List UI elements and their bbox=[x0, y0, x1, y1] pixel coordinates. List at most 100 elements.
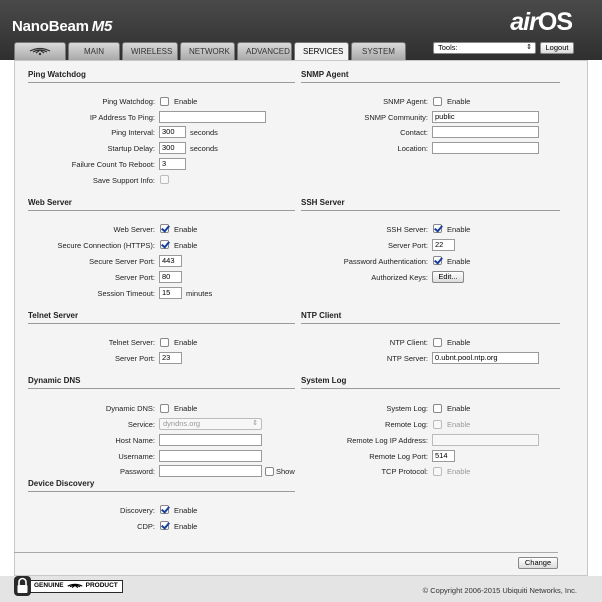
product-model: M5 bbox=[91, 18, 113, 35]
web-server-enable: Enable bbox=[174, 225, 198, 234]
logout-button[interactable]: Logout bbox=[540, 42, 574, 54]
startup-delay-input[interactable]: 300 bbox=[159, 142, 186, 154]
telnet-port-input[interactable]: 23 bbox=[159, 352, 182, 364]
secure-port-label: Secure Server Port: bbox=[89, 257, 155, 266]
failure-count-input[interactable]: 3 bbox=[159, 158, 186, 170]
genuine-text: GENUINE bbox=[34, 582, 64, 589]
ping-interval-input[interactable]: 300 bbox=[159, 126, 186, 138]
discovery-checkbox[interactable] bbox=[160, 505, 169, 514]
ping-ip-label: IP Address To Ping: bbox=[89, 113, 155, 122]
genuine-product-label: GENUINE PRODUCT bbox=[29, 579, 123, 593]
tab-system[interactable]: SYSTEM bbox=[351, 42, 406, 60]
startup-delay-unit: seconds bbox=[190, 144, 218, 153]
secure-port-input[interactable]: 443 bbox=[159, 255, 182, 267]
ddns-service-select[interactable]: dyndns.org ⇕ bbox=[159, 418, 262, 430]
ping-interval-unit: seconds bbox=[190, 128, 218, 137]
telnet-server-checkbox[interactable] bbox=[160, 338, 169, 347]
show-password-label: Show bbox=[276, 467, 295, 476]
session-timeout-unit: minutes bbox=[186, 289, 213, 298]
ntp-client-enable: Enable bbox=[447, 338, 471, 347]
ddns-username-label: Username: bbox=[118, 452, 155, 461]
ddns-host-label: Host Name: bbox=[115, 436, 155, 445]
ddns-username-input[interactable] bbox=[159, 450, 262, 462]
ddns-host-input[interactable] bbox=[159, 434, 262, 446]
tcp-protocol-label: TCP Protocol: bbox=[381, 467, 428, 476]
cdp-checkbox[interactable] bbox=[160, 521, 169, 530]
tab-ubnt-logo[interactable] bbox=[14, 42, 66, 60]
snmp-location-input[interactable] bbox=[432, 142, 539, 154]
airos-logo: airOS bbox=[510, 8, 573, 37]
dynamic-dns-enable: Enable bbox=[174, 404, 198, 413]
tcp-protocol-enable: Enable bbox=[447, 467, 471, 476]
lock-icon bbox=[14, 576, 31, 596]
save-support-checkbox[interactable] bbox=[160, 175, 169, 184]
https-checkbox[interactable] bbox=[160, 240, 169, 249]
https-enable: Enable bbox=[174, 241, 198, 250]
dynamic-dns-label: Dynamic DNS: bbox=[105, 404, 155, 413]
dynamic-dns-checkbox[interactable] bbox=[160, 404, 169, 413]
cdp-label: CDP: bbox=[137, 522, 155, 531]
ping-watchdog-checkbox[interactable] bbox=[160, 97, 169, 106]
cdp-enable: Enable bbox=[174, 522, 198, 531]
telnet-server-label: Telnet Server: bbox=[108, 338, 155, 347]
show-password-checkbox[interactable] bbox=[265, 467, 274, 476]
tcp-protocol-checkbox[interactable] bbox=[433, 467, 442, 476]
password-auth-label: Password Authentication: bbox=[343, 257, 428, 266]
snmp-community-input[interactable]: public bbox=[432, 111, 539, 123]
section-ntp-client: NTP Client bbox=[301, 311, 560, 324]
ping-watchdog-enable: Enable bbox=[174, 97, 198, 106]
tab-network[interactable]: NETWORK bbox=[180, 42, 235, 60]
ping-ip-input[interactable] bbox=[159, 111, 266, 123]
logo-air: air bbox=[510, 8, 539, 36]
snmp-community-label: SNMP Community: bbox=[364, 113, 428, 122]
tools-select[interactable]: Tools: ⇕ bbox=[433, 42, 536, 54]
snmp-contact-input[interactable] bbox=[432, 126, 539, 138]
remote-log-ip-input[interactable] bbox=[432, 434, 539, 446]
section-ping-watchdog: Ping Watchdog bbox=[28, 70, 295, 83]
genuine-product-badge: GENUINE PRODUCT bbox=[14, 576, 123, 596]
ssh-port-label: Server Port: bbox=[387, 241, 428, 250]
section-ssh-server: SSH Server bbox=[301, 198, 560, 211]
product-name: NanoBeam M5 bbox=[12, 18, 112, 35]
tab-advanced[interactable]: ADVANCED bbox=[237, 42, 292, 60]
remote-log-port-label: Remote Log Port: bbox=[369, 452, 428, 461]
section-dynamic-dns: Dynamic DNS bbox=[28, 376, 295, 389]
change-button[interactable]: Change bbox=[518, 557, 558, 569]
remote-log-enable: Enable bbox=[447, 420, 471, 429]
form-divider bbox=[14, 552, 558, 553]
password-auth-enable: Enable bbox=[447, 257, 471, 266]
section-telnet-server: Telnet Server bbox=[28, 311, 295, 324]
copyright-text: © Copyright 2006-2015 Ubiquiti Networks,… bbox=[422, 586, 577, 595]
ping-interval-label: Ping Interval: bbox=[111, 128, 155, 137]
footer: GENUINE PRODUCT © Copyright 2006-2015 Ub… bbox=[0, 576, 602, 602]
ssh-port-input[interactable]: 22 bbox=[432, 239, 455, 251]
snmp-agent-checkbox[interactable] bbox=[433, 97, 442, 106]
session-timeout-input[interactable]: 15 bbox=[159, 287, 182, 299]
telnet-server-enable: Enable bbox=[174, 338, 198, 347]
tab-main[interactable]: MAIN bbox=[68, 42, 120, 60]
startup-delay-label: Startup Delay: bbox=[107, 144, 155, 153]
password-auth-checkbox[interactable] bbox=[433, 256, 442, 265]
ntp-client-checkbox[interactable] bbox=[433, 338, 442, 347]
authorized-keys-edit-button[interactable]: Edit... bbox=[432, 271, 464, 283]
tab-services[interactable]: SERVICES bbox=[294, 42, 349, 60]
ssh-server-checkbox[interactable] bbox=[433, 224, 442, 233]
ssh-server-enable: Enable bbox=[447, 225, 471, 234]
remote-log-ip-label: Remote Log IP Address: bbox=[346, 436, 428, 445]
system-log-checkbox[interactable] bbox=[433, 404, 442, 413]
remote-log-port-input[interactable]: 514 bbox=[432, 450, 455, 462]
ping-watchdog-label: Ping Watchdog: bbox=[102, 97, 155, 106]
ntp-server-input[interactable]: 0.ubnt.pool.ntp.org bbox=[432, 352, 539, 364]
tab-wireless[interactable]: WIRELESS bbox=[122, 42, 178, 60]
web-port-label: Server Port: bbox=[114, 273, 155, 282]
ddns-password-input[interactable] bbox=[159, 465, 262, 477]
section-system-log: System Log bbox=[301, 376, 560, 389]
web-port-input[interactable]: 80 bbox=[159, 271, 182, 283]
product-text: PRODUCT bbox=[85, 582, 118, 589]
remote-log-checkbox[interactable] bbox=[433, 420, 442, 429]
ntp-client-label: NTP Client: bbox=[389, 338, 428, 347]
web-server-checkbox[interactable] bbox=[160, 224, 169, 233]
snmp-location-label: Location: bbox=[397, 144, 428, 153]
section-web-server: Web Server bbox=[28, 198, 295, 211]
authorized-keys-label: Authorized Keys: bbox=[371, 273, 428, 282]
